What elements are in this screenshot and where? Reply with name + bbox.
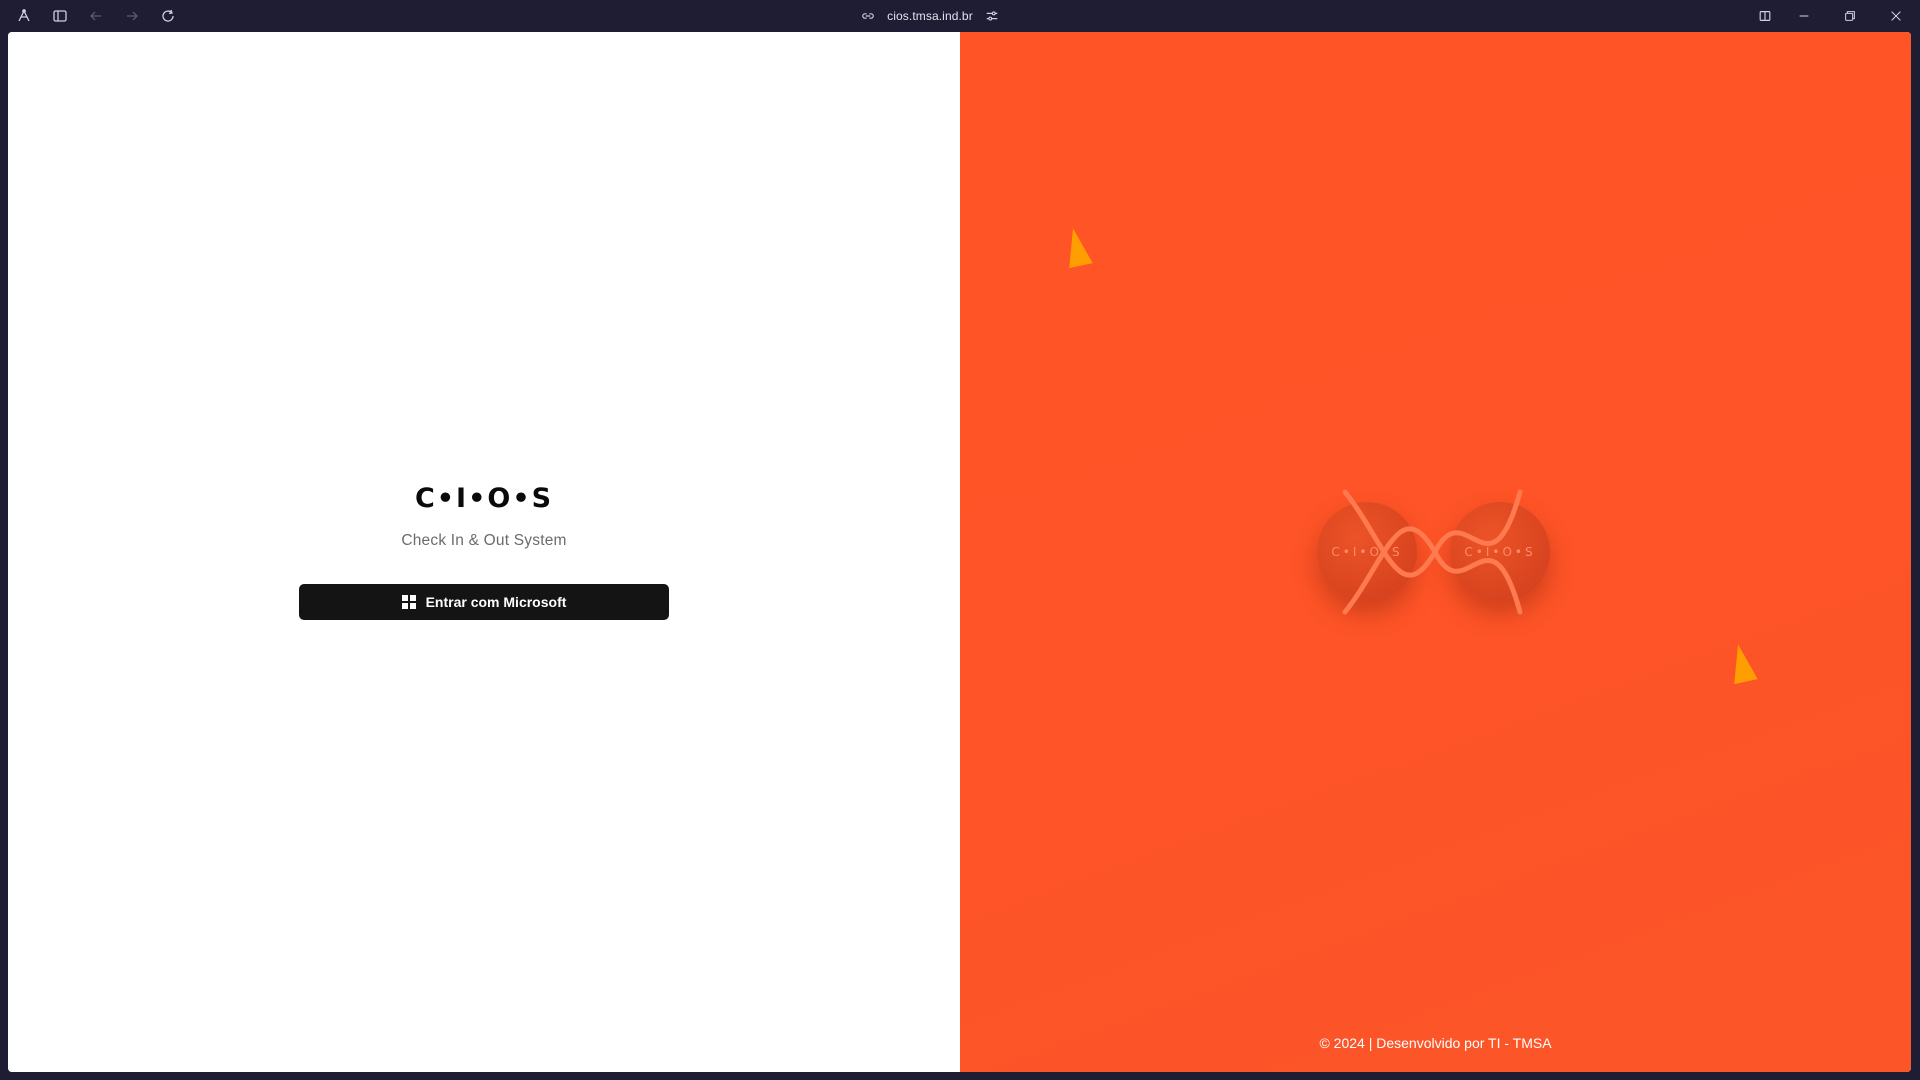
restore-icon[interactable] [1834,0,1866,32]
sliders-icon[interactable] [985,9,999,23]
login-panel: C•I•O•S Check In & Out System Entrar com… [8,32,960,1072]
decorative-triangle [1061,225,1093,269]
browser-logo-icon[interactable] [8,0,40,32]
url-text[interactable]: cios.tmsa.ind.br [887,9,973,23]
hero-logo-art: C•I•O•S C•I•O•S [1305,482,1565,622]
brand-title: C•I•O•S [414,483,554,514]
infinity-curve [1342,489,1523,615]
microsoft-login-label: Entrar com Microsoft [425,594,567,610]
windows-icon [401,595,416,609]
brand-subtitle: Check In & Out System [401,532,567,549]
decorative-triangle [1726,641,1758,685]
footer-text: © 2024 | Desenvolvido por TI - TMSA [1319,1035,1552,1051]
close-icon[interactable] [1880,0,1912,32]
address-bar[interactable]: cios.tmsa.ind.br [850,0,1010,32]
browser-toolbar: cios.tmsa.ind.br [0,0,1920,32]
hero-panel: C•I•O•S C•I•O•S © 2024 | Desenvolvido po… [960,32,1911,1072]
arrow-left-icon[interactable] [80,0,112,32]
split-view-icon[interactable] [1749,0,1781,32]
arrow-right-icon[interactable] [116,0,148,32]
link-icon [861,9,875,23]
sidebar-toggle-icon[interactable] [44,0,76,32]
page-viewport: C•I•O•S Check In & Out System Entrar com… [8,32,1911,1072]
minimize-icon[interactable] [1788,0,1820,32]
reload-icon[interactable] [152,0,184,32]
microsoft-login-button[interactable]: Entrar com Microsoft [299,584,669,620]
